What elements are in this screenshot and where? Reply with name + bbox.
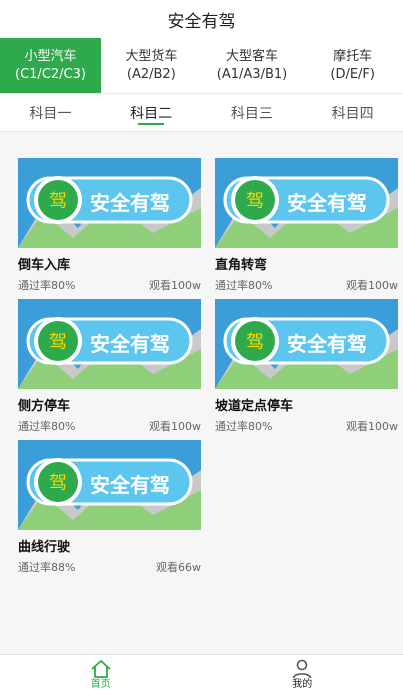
pass-rate: 通过率80% [18,420,76,433]
lesson-card[interactable]: 驾 安全有驾 坡道定点停车 通过率80% 观看100w [215,299,398,435]
lesson-thumbnail: 驾 安全有驾 [215,158,398,248]
view-count: 观看100w [149,420,201,433]
tab-license-classes: (A2/B2) [126,66,176,82]
logo-brand-text: 安全有驾 [90,191,170,215]
logo-badge-char: 驾 [49,332,67,353]
lesson-list-area: 驾 安全有驾 倒车入库 通过率80% 观看100w 驾 安全有驾 直角转弯 通过… [0,132,403,654]
pass-rate: 通过率80% [18,279,76,292]
nav-home[interactable]: 首页 [0,655,202,691]
logo-brand-text: 安全有驾 [287,332,367,356]
logo-brand-text: 安全有驾 [287,191,367,215]
tab-license-classes: (C1/C2/C3) [15,66,86,82]
logo-badge-char: 驾 [49,191,67,212]
lesson-thumbnail: 驾 安全有驾 [18,158,201,248]
tab-subject-4[interactable]: 科目四 [302,94,403,131]
tab-license-classes: (D/E/F) [330,66,375,82]
lesson-meta: 通过率80% 观看100w [215,277,398,293]
view-count: 观看100w [346,279,398,292]
tab-small-car[interactable]: 小型汽车 (C1/C2/C3) [0,38,101,93]
lesson-meta: 通过率80% 观看100w [18,418,201,434]
home-icon [91,660,111,678]
tab-subject-3[interactable]: 科目三 [202,94,303,131]
tab-label: 摩托车 [333,48,373,64]
tab-license-classes: (A1/A3/B1) [216,66,288,82]
tab-large-truck[interactable]: 大型货车 (A2/B2) [101,38,202,93]
tab-label: 小型汽车 [24,48,77,64]
view-count: 观看100w [149,279,201,292]
lesson-card[interactable]: 驾 安全有驾 侧方停车 通过率80% 观看100w [18,299,201,435]
tab-label: 大型货车 [125,48,178,64]
lesson-title: 直角转弯 [215,258,268,273]
logo-badge-char: 驾 [49,473,67,494]
lesson-card[interactable]: 驾 安全有驾 倒车入库 通过率80% 观看100w [18,158,201,294]
view-count: 观看100w [346,420,398,433]
view-count: 观看66w [156,561,201,574]
tab-subject-1[interactable]: 科目一 [0,94,101,131]
lesson-title: 倒车入库 [18,258,71,273]
vehicle-type-tabs: 小型汽车 (C1/C2/C3) 大型货车 (A2/B2) 大型客车 (A1/A3… [0,38,403,94]
pass-rate: 通过率88% [18,561,76,574]
lesson-title: 坡道定点停车 [215,399,294,414]
logo-brand-text: 安全有驾 [90,332,170,356]
person-icon [292,659,312,679]
lesson-card[interactable]: 驾 安全有驾 曲线行驶 通过率88% 观看66w [18,440,201,576]
lesson-card[interactable]: 驾 安全有驾 直角转弯 通过率80% 观看100w [215,158,398,294]
nav-home-label: 首页 [90,679,111,690]
lesson-thumbnail: 驾 安全有驾 [215,299,398,389]
lesson-meta: 通过率88% 观看66w [18,559,201,575]
pass-rate: 通过率80% [215,279,273,292]
lesson-thumbnail: 驾 安全有驾 [18,299,201,389]
nav-profile-label: 我的 [292,679,313,690]
lesson-meta: 通过率80% 观看100w [18,277,201,293]
lesson-meta: 通过率80% 观看100w [215,418,398,434]
tab-subject-2[interactable]: 科目二 [101,94,202,131]
tab-large-bus[interactable]: 大型客车 (A1/A3/B1) [202,38,303,93]
bottom-nav: 首页 我的 [0,654,403,691]
tab-label: 大型客车 [226,48,279,64]
logo-badge-char: 驾 [246,332,264,353]
tab-motorcycle[interactable]: 摩托车 (D/E/F) [302,38,403,93]
lesson-title: 侧方停车 [18,399,71,414]
page-title: 安全有驾 [167,11,236,32]
subject-tabs: 科目一 科目二 科目三 科目四 [0,94,403,132]
logo-brand-text: 安全有驾 [90,473,170,497]
nav-profile[interactable]: 我的 [202,655,403,691]
lesson-grid: 驾 安全有驾 倒车入库 通过率80% 观看100w 驾 安全有驾 直角转弯 通过… [18,158,398,576]
logo-badge-char: 驾 [246,191,264,212]
lesson-thumbnail: 驾 安全有驾 [18,440,201,530]
lesson-title: 曲线行驶 [18,540,71,555]
pass-rate: 通过率80% [215,420,273,433]
